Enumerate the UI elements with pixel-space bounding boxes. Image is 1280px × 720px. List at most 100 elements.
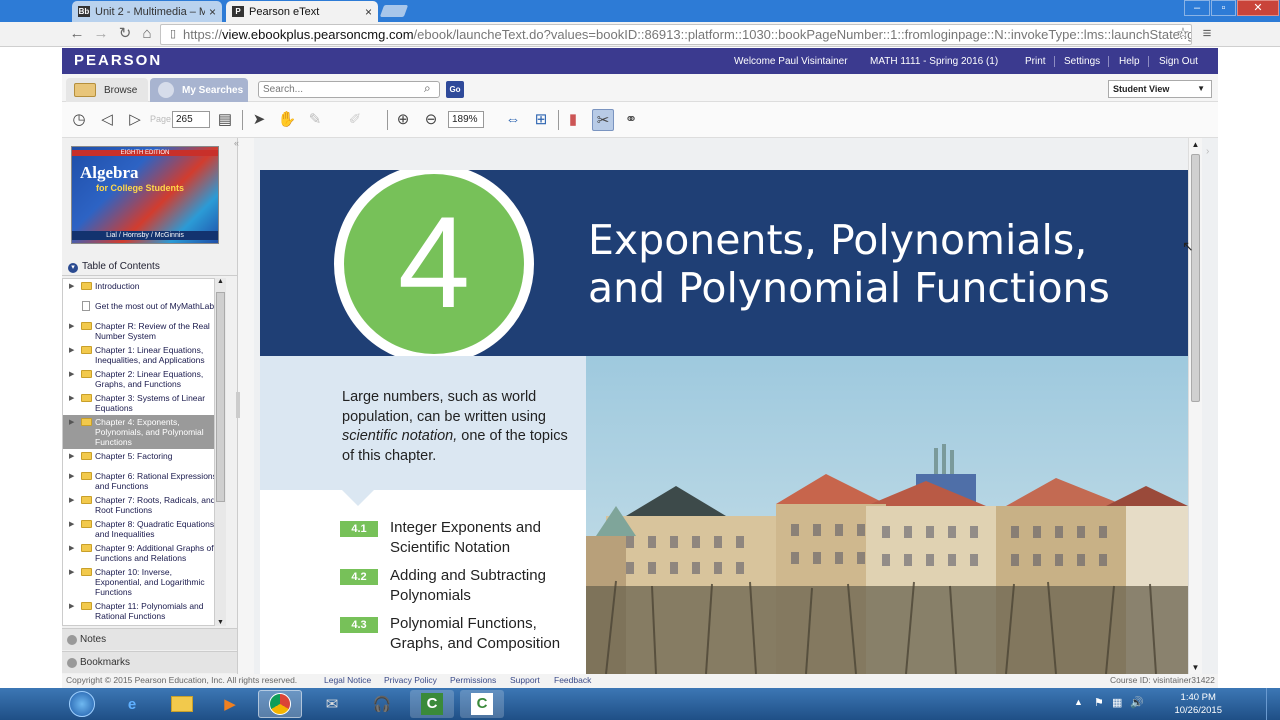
browser-tab-pearson[interactable]: P Pearson eText × [226,1,378,22]
system-clock[interactable]: 1:40 PM 10/26/2015 [1174,691,1222,717]
back-arrow-icon[interactable]: ← [68,25,86,43]
toc-item[interactable]: ▶ Chapter 6: Rational Expressions and Fun… [63,469,221,493]
reload-icon[interactable]: ↻ [116,25,134,43]
address-bar[interactable]: https://view.ebookplus.pearsoncmg.com/eb… [160,24,1192,45]
expand-arrow-icon[interactable]: ▶ [69,394,74,404]
camtasia-taskbar-icon[interactable]: C [410,690,454,718]
search-icon[interactable]: ⌕ [424,81,431,96]
ie-taskbar-icon[interactable]: e [110,690,154,718]
signout-link[interactable]: Sign Out [1159,56,1198,67]
show-desktop-button[interactable] [1266,688,1280,720]
toc-item[interactable]: ▶ Chapter 10: Inverse, Exponential, and L… [63,565,221,599]
minimize-window-button[interactable]: – [1184,0,1210,16]
footer-link-privacy[interactable]: Privacy Policy [384,674,437,687]
headset-taskbar-icon[interactable]: 🎧 [360,690,404,718]
page-view-icon[interactable]: ▤ [214,109,236,131]
close-tab-icon[interactable]: × [209,5,216,19]
chrome-menu-icon[interactable]: ≡ [1198,25,1216,43]
notes-panel-button[interactable]: Notes [62,628,237,650]
media-player-taskbar-icon[interactable]: ▶ [208,690,252,718]
help-link[interactable]: Help [1119,56,1140,67]
zoom-out-icon[interactable]: ⊖ [420,109,442,131]
tools-link-icon[interactable]: ✂ [592,109,614,131]
toc-item[interactable]: ▶ Chapter 2: Linear Equations, Graphs, an… [63,367,221,391]
maximize-window-button[interactable]: ▫ [1211,0,1236,16]
splitter-grip[interactable] [236,392,240,418]
history-icon[interactable]: ◷ [68,109,90,131]
next-page-icon[interactable]: ▷ [124,109,146,131]
toc-item[interactable]: ▶ Chapter 9: Additional Graphs of Functio… [63,541,221,565]
tray-up-arrow-icon[interactable]: ▲ [1074,697,1083,707]
fit-page-icon[interactable]: ⊞ [530,109,552,131]
bookmarks-panel-button[interactable]: Bookmarks [62,651,237,673]
footer-link-support[interactable]: Support [510,674,540,687]
fit-width-icon[interactable]: ⇔ [502,109,524,131]
close-window-button[interactable]: ✕ [1237,0,1279,16]
toc-item[interactable]: ▶ Chapter R: Review of the Real Number Sy… [63,319,221,343]
camtasia-recorder-taskbar-icon[interactable]: C [460,690,504,718]
toc-item[interactable]: ▶ Chapter 5: Factoring [63,449,221,469]
search-input[interactable]: Search... [258,81,440,98]
go-button[interactable]: Go [446,81,464,98]
expand-arrow-icon[interactable]: ▶ [69,520,74,530]
book-cover[interactable]: EIGHTH EDITION Algebra for College Stude… [71,146,219,244]
select-pointer-icon[interactable]: ➤ [248,109,270,131]
toc-item[interactable]: ▶ Introduction [63,279,221,299]
expand-arrow-icon[interactable]: ▶ [69,370,74,380]
app-taskbar-icon[interactable]: ✉ [310,690,354,718]
forward-arrow-icon[interactable]: → [92,25,110,43]
home-icon[interactable]: ⌂ [138,25,156,43]
browser-tab-unit2[interactable]: Bb Unit 2 - Multimedia – MA × [72,1,222,22]
next-page-arrow-icon[interactable]: › [1206,146,1209,157]
scroll-down-icon[interactable]: ▼ [1189,663,1202,672]
expand-arrow-icon[interactable]: ▶ [69,568,74,578]
zoom-in-icon[interactable]: ⊕ [392,109,414,131]
sidebar-splitter[interactable]: « [234,138,254,674]
toc-scrollbar[interactable]: ▲ ▼ [214,278,226,626]
tray-flag-icon[interactable]: ⚑ [1094,696,1104,709]
expand-arrow-icon[interactable]: ▶ [69,282,74,292]
toc-item[interactable]: ▶ Chapter 4: Exponents, Polynomials, and … [63,415,221,449]
hand-tool-icon[interactable]: ✋ [276,109,298,131]
footer-link-feedback[interactable]: Feedback [554,674,591,687]
expand-arrow-icon[interactable]: ▶ [69,322,74,332]
scroll-thumb[interactable] [216,292,225,502]
scroll-up-icon[interactable]: ▲ [1189,140,1202,149]
toc-item[interactable]: Get the most out of MyMathLab [63,299,221,319]
expand-arrow-icon[interactable]: ▶ [69,602,74,612]
page-scrollbar[interactable]: ▲ ▼ [1188,138,1202,674]
toc-item[interactable]: ▶ Chapter 3: Systems of Linear Equations [63,391,221,415]
new-tab-button[interactable] [379,5,409,17]
expand-arrow-icon[interactable]: ▶ [69,496,74,506]
expand-arrow-icon[interactable]: ▶ [69,452,74,462]
print-link[interactable]: Print [1025,56,1046,67]
footer-link-legal[interactable]: Legal Notice [324,674,371,687]
toc-item[interactable]: ▶ Chapter 1: Linear Equations, Inequaliti… [63,343,221,367]
scroll-thumb[interactable] [1191,154,1200,402]
start-button[interactable] [58,690,106,718]
chrome-taskbar-icon[interactable] [258,690,302,718]
scroll-down-icon[interactable]: ▼ [215,619,226,626]
glasses-icon[interactable]: ⚭ [620,109,642,131]
collapse-sidebar-icon[interactable]: « [234,138,239,148]
close-tab-icon[interactable]: × [365,5,372,19]
expand-arrow-icon[interactable]: ▶ [69,346,74,356]
view-select[interactable]: Student View ▼ [1108,80,1212,98]
toc-item[interactable]: ▶ Chapter 8: Quadratic Equations and Ineq… [63,517,221,541]
toc-item[interactable]: ▶ Chapter 7: Roots, Radicals, and Root Fu… [63,493,221,517]
toc-header[interactable]: ▾ Table of Contents [62,258,238,276]
zoom-input[interactable]: 189% [448,111,484,128]
bookmark-page-icon[interactable]: ▮ [562,109,584,131]
expand-arrow-icon[interactable]: ▶ [69,418,74,428]
scroll-up-icon[interactable]: ▲ [215,278,226,285]
toc-item[interactable]: ▶ Chapter 11: Polynomials and Rational Fu… [63,599,221,623]
tray-volume-icon[interactable]: 🔊 [1130,696,1144,709]
my-searches-tab[interactable]: My Searches [150,78,248,102]
previous-page-icon[interactable]: ◁ [96,109,118,131]
settings-link[interactable]: Settings [1064,56,1100,67]
tray-network-icon[interactable]: ▦ [1112,696,1122,709]
page-number-input[interactable]: 265 [172,111,210,128]
explorer-taskbar-icon[interactable] [160,690,204,718]
expand-arrow-icon[interactable]: ▶ [69,544,74,554]
bookmark-star-icon[interactable]: ☆ [1174,25,1192,43]
